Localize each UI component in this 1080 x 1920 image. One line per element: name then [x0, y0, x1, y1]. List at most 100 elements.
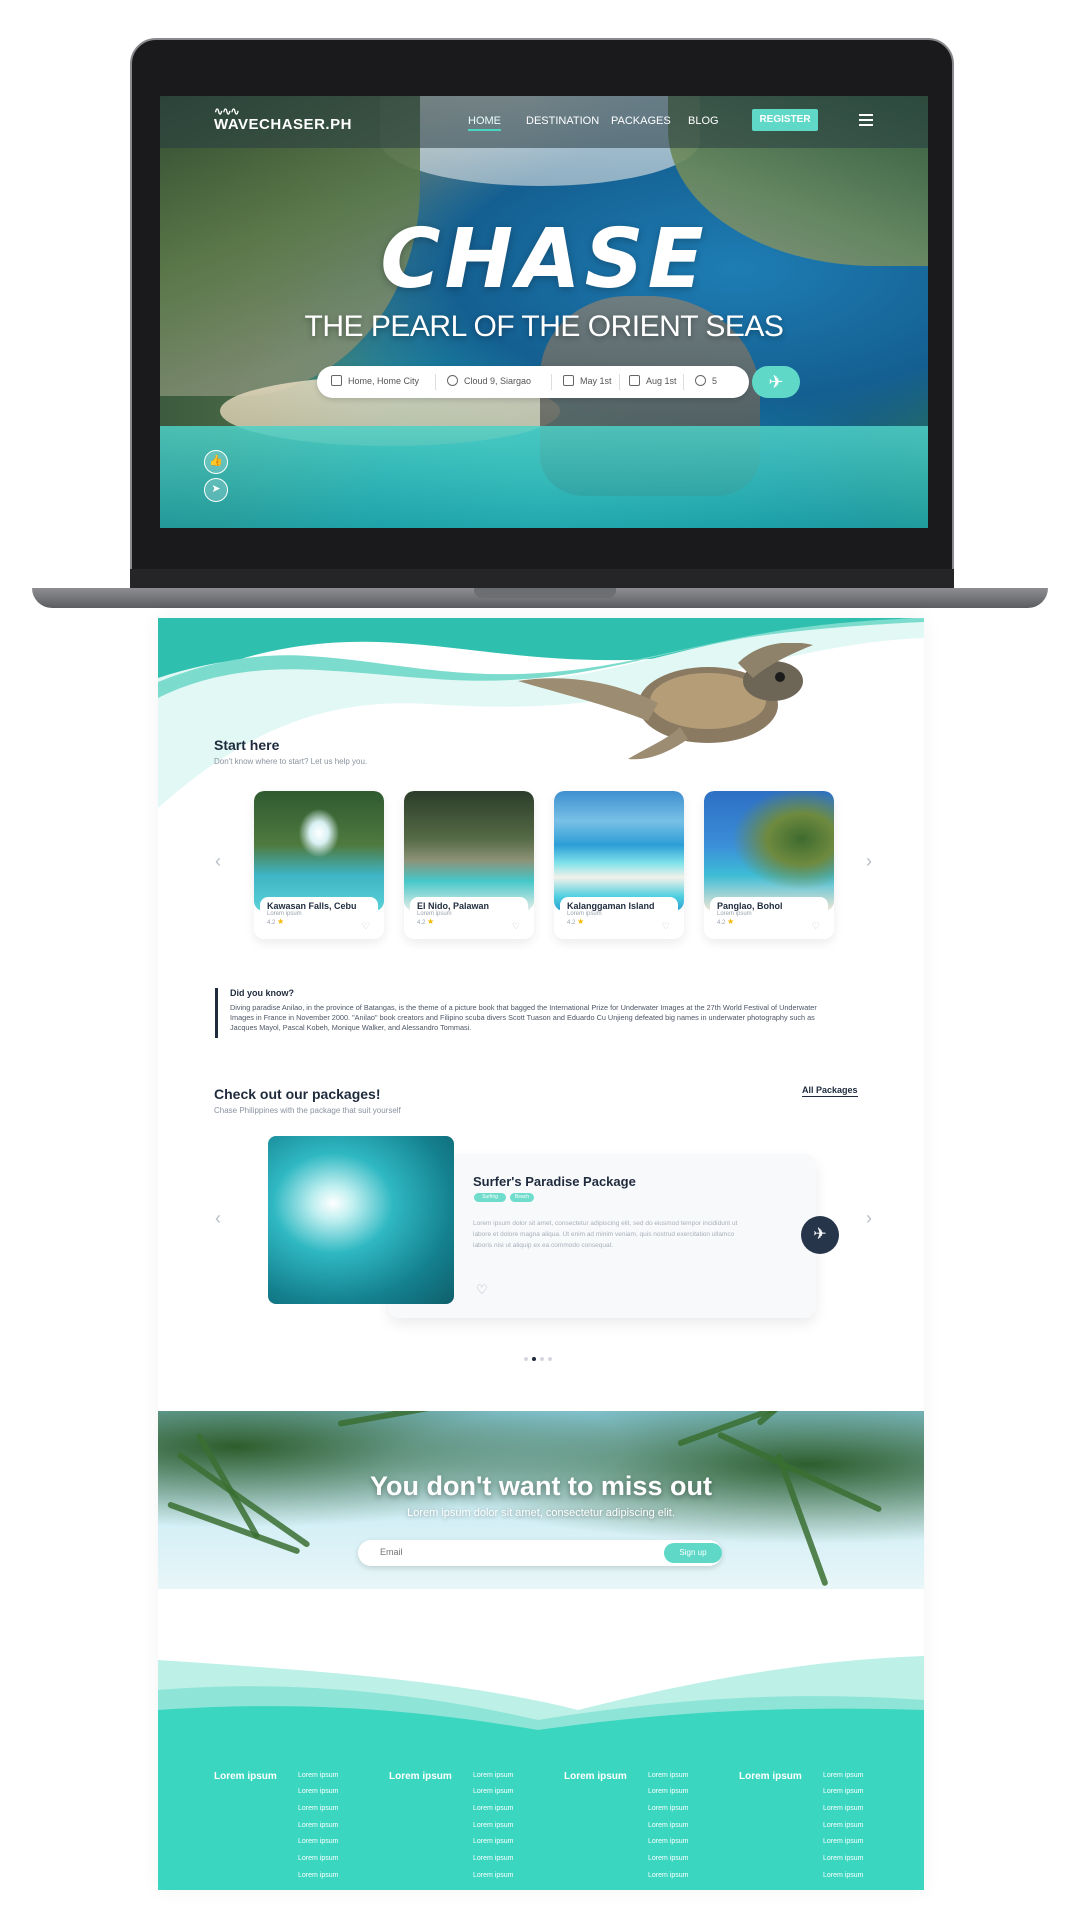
newsletter-title: You don't want to miss out: [370, 1471, 712, 1501]
palm-frond: [676, 1411, 867, 1447]
search-to-value: Cloud 9, Siargao: [464, 375, 532, 386]
footer-link[interactable]: Lorem ipsum: [823, 1838, 863, 1845]
destination-card-panglao[interactable]: Panglao, Bohol Lorem ipsum 4.2 ★ ♡: [704, 791, 834, 939]
heart-icon[interactable]: ♡: [812, 921, 820, 932]
carousel-dot[interactable]: [524, 1357, 528, 1361]
destination-card-el-nido[interactable]: El Nido, Palawan Lorem ipsum 4.2 ★ ♡: [404, 791, 534, 939]
search-return-value: Aug 1st: [646, 375, 677, 386]
email-input[interactable]: [380, 1547, 630, 1557]
nav-link-home[interactable]: HOME: [468, 115, 501, 131]
nav-link-blog[interactable]: BLOG: [688, 115, 719, 127]
packages-prev-arrow[interactable]: ‹: [215, 1208, 221, 1229]
search-guests-field[interactable]: 5: [695, 375, 717, 386]
footer-link[interactable]: Lorem ipsum: [473, 1855, 513, 1862]
destination-card-kalanggaman[interactable]: Kalanggaman Island Lorem ipsum 4.2 ★ ♡: [554, 791, 684, 939]
footer-link[interactable]: Lorem ipsum: [648, 1772, 688, 1779]
hamburger-menu-icon[interactable]: [859, 114, 873, 126]
navbar: ∿∿∿ WAVECHASER.PH HOME DESTINATION PACKA…: [160, 96, 928, 148]
destination-rating: 4.2: [267, 920, 276, 926]
carousel-dot-active[interactable]: [532, 1357, 536, 1361]
star-icon: ★: [277, 917, 285, 926]
footer-link[interactable]: Lorem ipsum: [823, 1822, 863, 1829]
destination-name: Kawasan Falls, Cebu: [267, 901, 357, 911]
carousel-dot[interactable]: [548, 1357, 552, 1361]
search-guests-value: 5: [712, 375, 718, 386]
hero-title: CHASE: [380, 212, 708, 307]
hero-screen: ∿∿∿ WAVECHASER.PH HOME DESTINATION PACKA…: [160, 96, 928, 528]
plane-icon: ✈: [768, 372, 784, 392]
packages-title: Check out our packages!: [214, 1086, 381, 1102]
share-button[interactable]: ➤: [204, 478, 228, 502]
footer-link[interactable]: Lorem ipsum: [473, 1838, 513, 1845]
heart-icon[interactable]: ♡: [362, 921, 370, 932]
footer-link[interactable]: Lorem ipsum: [648, 1805, 688, 1812]
package-title: Surfer's Paradise Package: [473, 1174, 636, 1189]
kawasan-falls-image: [254, 791, 384, 911]
footer-link[interactable]: Lorem ipsum: [648, 1788, 688, 1795]
footer-link[interactable]: Lorem ipsum: [473, 1772, 513, 1779]
newsletter-subtitle: Lorem ipsum dolor sit amet, consectetur …: [407, 1507, 675, 1519]
footer-link[interactable]: Lorem ipsum: [473, 1788, 513, 1795]
search-to-field[interactable]: Cloud 9, Siargao: [447, 375, 531, 386]
footer-link[interactable]: Lorem ipsum: [298, 1838, 338, 1845]
footer-link[interactable]: Lorem ipsum: [648, 1872, 688, 1879]
destinations-next-arrow[interactable]: ›: [866, 851, 872, 872]
like-button[interactable]: 👍: [204, 450, 228, 474]
footer-link[interactable]: Lorem ipsum: [823, 1805, 863, 1812]
packages-next-arrow[interactable]: ›: [866, 1208, 872, 1229]
nav-link-destination[interactable]: DESTINATION: [526, 115, 599, 127]
search-from-value: Home, Home City: [348, 375, 420, 386]
sign-up-button[interactable]: Sign up: [664, 1543, 722, 1563]
footer-link[interactable]: Lorem ipsum: [823, 1855, 863, 1862]
search-depart-field[interactable]: May 1st: [563, 375, 612, 386]
footer-link[interactable]: Lorem ipsum: [473, 1822, 513, 1829]
search-from-field[interactable]: Home, Home City: [331, 375, 419, 386]
heart-icon[interactable]: ♡: [662, 921, 670, 932]
footer-link[interactable]: Lorem ipsum: [298, 1805, 338, 1812]
footer-link[interactable]: Lorem ipsum: [473, 1872, 513, 1879]
newsletter-form: Sign up: [358, 1540, 722, 1566]
start-here-title: Start here: [214, 737, 280, 753]
logo[interactable]: ∿∿∿ WAVECHASER.PH: [214, 107, 352, 134]
did-you-know-text: Diving paradise Anilao, in the province …: [230, 1003, 817, 1032]
nav-link-packages[interactable]: PACKAGES: [611, 115, 671, 127]
footer-link[interactable]: Lorem ipsum: [823, 1872, 863, 1879]
footer: Lorem ipsum Lorem ipsum Lorem ipsum Lore…: [158, 1640, 924, 1890]
footer-column-title: Lorem ipsum: [564, 1771, 627, 1782]
destination-rating: 4.2: [717, 920, 726, 926]
footer-link[interactable]: Lorem ipsum: [823, 1788, 863, 1795]
carousel-dot[interactable]: [540, 1357, 544, 1361]
destination-rating: 4.2: [417, 920, 426, 926]
palm-frond: [337, 1411, 457, 1427]
heart-icon[interactable]: ♡: [512, 921, 520, 932]
search-return-field[interactable]: Aug 1st: [629, 375, 677, 386]
destinations-prev-arrow[interactable]: ‹: [215, 851, 221, 872]
book-package-button[interactable]: ✈: [801, 1216, 839, 1254]
destination-card-kawasan[interactable]: Kawasan Falls, Cebu Lorem ipsum 4.2 ★ ♡: [254, 791, 384, 939]
search-bar: Home, Home City Cloud 9, Siargao May 1st…: [317, 366, 749, 398]
footer-link[interactable]: Lorem ipsum: [823, 1772, 863, 1779]
footer-link[interactable]: Lorem ipsum: [473, 1805, 513, 1812]
search-plane-button[interactable]: ✈: [752, 366, 800, 398]
footer-link[interactable]: Lorem ipsum: [298, 1855, 338, 1862]
send-icon: ➤: [211, 483, 221, 495]
footer-link[interactable]: Lorem ipsum: [298, 1772, 338, 1779]
footer-link[interactable]: Lorem ipsum: [298, 1788, 338, 1795]
did-you-know-box: Did you know? Diving paradise Anilao, in…: [215, 988, 835, 1038]
footer-link[interactable]: Lorem ipsum: [298, 1822, 338, 1829]
footer-link[interactable]: Lorem ipsum: [648, 1855, 688, 1862]
footer-column-title: Lorem ipsum: [389, 1771, 452, 1782]
footer-link[interactable]: Lorem ipsum: [648, 1838, 688, 1845]
footer-wave-decoration: [158, 1656, 924, 1890]
kalanggaman-island-image: [554, 791, 684, 911]
all-packages-link[interactable]: All Packages: [802, 1085, 858, 1097]
el-nido-image: [404, 791, 534, 911]
heart-icon[interactable]: ♡: [476, 1282, 488, 1298]
panglao-bohol-image: [704, 791, 834, 911]
footer-link[interactable]: Lorem ipsum: [298, 1872, 338, 1879]
logo-text: WAVECHASER.PH: [214, 116, 352, 133]
footer-link[interactable]: Lorem ipsum: [648, 1822, 688, 1829]
laptop-chin: [130, 569, 954, 589]
destination-name: El Nido, Palawan: [417, 901, 490, 911]
register-button[interactable]: REGISTER: [752, 109, 818, 131]
